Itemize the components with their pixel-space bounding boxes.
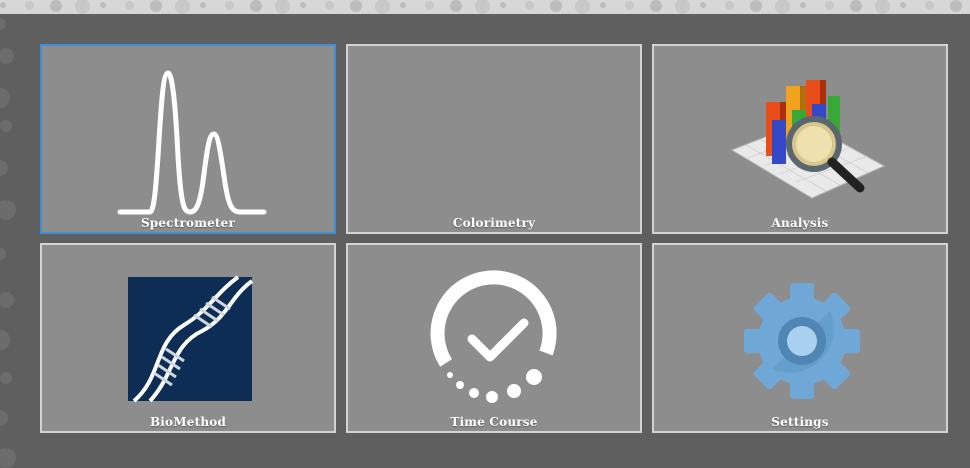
- chart-magnifier-icon: [730, 80, 886, 199]
- biomethod-tile[interactable]: BioMethod: [40, 243, 336, 433]
- decor-dot: [900, 2, 906, 8]
- time-course-tile[interactable]: Time Course: [346, 243, 642, 433]
- decor-dot: [0, 200, 16, 220]
- analysis-label: Analysis: [771, 216, 829, 230]
- spectrometer-label: Spectrometer: [140, 216, 236, 230]
- decor-dot: [0, 372, 12, 384]
- decor-dot: [50, 0, 62, 12]
- decor-dot: [750, 0, 762, 12]
- decor-dot: [0, 292, 14, 308]
- decor-dot: [525, 1, 534, 10]
- decor-dot: [650, 0, 662, 12]
- decor-dot: [500, 2, 506, 8]
- analysis-tile[interactable]: Analysis: [652, 44, 948, 234]
- decor-dot: [300, 2, 306, 8]
- decor-dot: [125, 1, 134, 10]
- decor-dot: [325, 1, 334, 10]
- decor-dot: [875, 0, 890, 14]
- decor-dot: [100, 2, 106, 8]
- decor-dot: [0, 18, 6, 30]
- decor-dot: [800, 2, 806, 8]
- settings-tile[interactable]: Settings: [652, 243, 948, 433]
- decor-dot: [0, 160, 8, 176]
- decor-dot: [275, 0, 290, 14]
- decor-dot: [850, 0, 862, 12]
- decor-dot: [700, 2, 706, 8]
- decor-dot: [450, 0, 462, 12]
- decor-dot: [825, 1, 834, 10]
- decor-dot: [0, 48, 14, 64]
- left-decor-dots: [0, 0, 40, 468]
- decor-dot: [425, 1, 434, 10]
- settings-label: Settings: [771, 415, 829, 429]
- decor-dot: [75, 0, 90, 14]
- decor-dot: [775, 0, 790, 14]
- decor-dot: [400, 2, 406, 8]
- decor-dot: [0, 88, 10, 108]
- decor-dot: [950, 0, 962, 12]
- decor-dot: [350, 0, 362, 12]
- gear-icon: [744, 283, 860, 399]
- time-course-label: Time Course: [450, 415, 538, 429]
- colorimetry-label: Colorimetry: [452, 216, 536, 230]
- decor-dot: [550, 0, 562, 12]
- decor-dot: [475, 0, 490, 14]
- decor-dot: [0, 330, 10, 350]
- top-decor-band: [0, 0, 970, 14]
- dna-helix-icon: [128, 275, 254, 403]
- timer-check-icon: [430, 270, 557, 403]
- decor-dot: [150, 0, 162, 12]
- decor-dot: [675, 0, 690, 14]
- decor-dot: [925, 1, 934, 10]
- biomethod-label: BioMethod: [149, 415, 227, 429]
- decor-dot: [0, 410, 8, 426]
- decor-dot: [725, 1, 734, 10]
- decor-dot: [200, 2, 206, 8]
- decor-dot: [175, 0, 190, 14]
- decor-dot: [600, 2, 606, 8]
- decor-dot: [225, 1, 234, 10]
- decor-dot: [375, 0, 390, 14]
- spectrum-peaks-icon: [117, 70, 267, 215]
- decor-dot: [0, 120, 12, 132]
- spectrometer-tile[interactable]: Spectrometer: [40, 44, 336, 234]
- color-spectrum-icon: [422, 50, 570, 226]
- decor-dot: [250, 0, 262, 12]
- decor-dot: [0, 248, 6, 260]
- colorimetry-tile[interactable]: Colorimetry: [346, 44, 642, 234]
- decor-dot: [625, 1, 634, 10]
- decor-dot: [0, 448, 16, 468]
- decor-dot: [575, 0, 590, 14]
